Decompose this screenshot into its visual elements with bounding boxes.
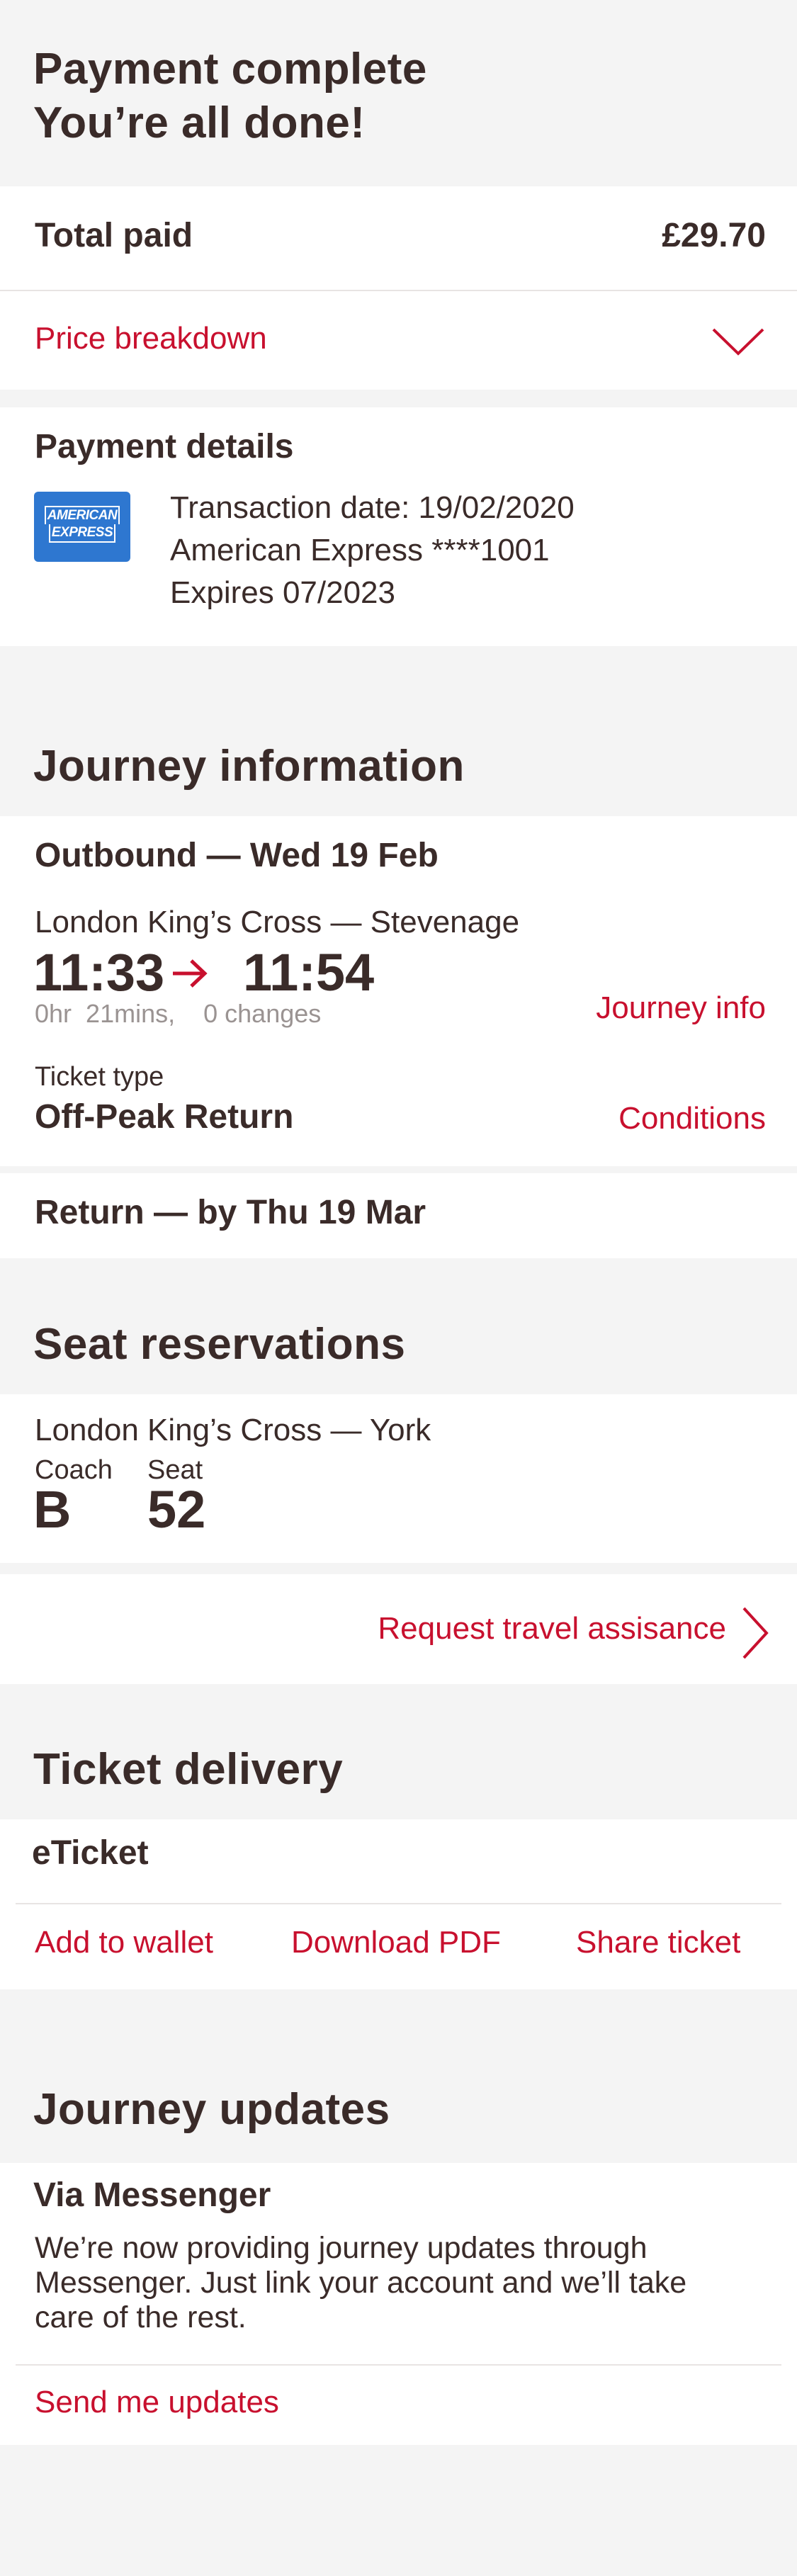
conditions-link[interactable]: Conditions bbox=[618, 1101, 766, 1136]
price-breakdown-toggle[interactable]: Price breakdown bbox=[0, 291, 797, 390]
divider bbox=[16, 2364, 781, 2366]
share-ticket-button[interactable]: Share ticket bbox=[576, 1925, 740, 1960]
amex-logo-text-1: AMERICAN bbox=[44, 506, 120, 524]
journey-info-link[interactable]: Journey info bbox=[596, 990, 766, 1026]
page-title-line-2: You’re all done! bbox=[33, 98, 366, 147]
updates-description: We’re now providing journey updates thro… bbox=[35, 2231, 686, 2335]
card-number: American Express ****1001 bbox=[170, 533, 550, 567]
journey-duration: 0hr 21mins, 0 changes bbox=[35, 999, 321, 1029]
download-pdf-button[interactable]: Download PDF bbox=[291, 1925, 501, 1960]
duration-hours: 0hr bbox=[35, 999, 72, 1028]
amex-logo-text-2: EXPRESS bbox=[48, 524, 116, 543]
seat-reservations-title: Seat reservations bbox=[33, 1320, 406, 1369]
payment-info: Transaction date: 19/02/2020 American Ex… bbox=[170, 487, 575, 614]
journey-changes: 0 changes bbox=[203, 999, 322, 1028]
travel-assistance-row[interactable]: Request travel assisance bbox=[0, 1574, 797, 1684]
seat-value: 52 bbox=[147, 1480, 206, 1539]
updates-description-line-1: We’re now providing journey updates thro… bbox=[35, 2231, 648, 2265]
chevron-right-icon bbox=[741, 1606, 769, 1660]
seat-card: London King’s Cross — York Coach B Seat … bbox=[0, 1394, 797, 1563]
journey-updates-title: Journey updates bbox=[33, 2085, 390, 2134]
arrival-time: 11:54 bbox=[243, 943, 375, 1002]
return-card: Return — by Thu 19 Mar bbox=[0, 1173, 797, 1258]
page-title-line-1: Payment complete bbox=[33, 45, 427, 94]
ticket-delivery-title: Ticket delivery bbox=[33, 1745, 344, 1794]
duration-minutes: 21mins, bbox=[86, 999, 176, 1028]
journey-updates-card: Via Messenger We’re now providing journe… bbox=[0, 2163, 797, 2445]
amex-logo: AMERICAN EXPRESS bbox=[34, 492, 130, 562]
card-expiry: Expires 07/2023 bbox=[170, 575, 395, 610]
outbound-card: Outbound — Wed 19 Feb London King’s Cros… bbox=[0, 816, 797, 1166]
updates-description-line-3: care of the rest. bbox=[35, 2300, 247, 2334]
price-breakdown-label: Price breakdown bbox=[35, 321, 267, 356]
ticket-type-value: Off-Peak Return bbox=[35, 1098, 294, 1136]
total-paid-label: Total paid bbox=[35, 217, 193, 254]
journey-information-title: Journey information bbox=[33, 742, 465, 791]
outbound-title: Outbound — Wed 19 Feb bbox=[35, 837, 439, 874]
payment-details-card: Payment details AMERICAN EXPRESS Transac… bbox=[0, 407, 797, 646]
departure-time: 11:33 bbox=[33, 943, 165, 1002]
total-paid-card: Total paid £29.70 Price breakdown bbox=[0, 186, 797, 390]
updates-description-line-2: Messenger. Just link your account and we… bbox=[35, 2266, 687, 2300]
send-me-updates-button[interactable]: Send me updates bbox=[35, 2385, 279, 2420]
payment-details-title: Payment details bbox=[35, 428, 294, 465]
transaction-date: Transaction date: 19/02/2020 bbox=[170, 490, 575, 525]
outbound-route: London King’s Cross — Stevenage bbox=[35, 905, 520, 939]
coach-value: B bbox=[33, 1480, 72, 1539]
seat-route: London King’s Cross — York bbox=[35, 1413, 431, 1447]
add-to-wallet-button[interactable]: Add to wallet bbox=[35, 1925, 213, 1960]
page-title: Payment complete You’re all done! bbox=[33, 43, 427, 150]
via-messenger-label: Via Messenger bbox=[33, 2176, 271, 2214]
arrow-right-icon bbox=[171, 958, 208, 989]
ticket-type-label: Ticket type bbox=[35, 1062, 164, 1092]
divider bbox=[16, 1903, 781, 1904]
travel-assistance-link: Request travel assisance bbox=[378, 1611, 726, 1646]
total-paid-amount: £29.70 bbox=[662, 217, 766, 254]
eticket-label: eTicket bbox=[32, 1834, 149, 1872]
chevron-down-icon bbox=[711, 327, 765, 358]
return-title: Return — by Thu 19 Mar bbox=[35, 1194, 426, 1231]
ticket-delivery-card: eTicket Add to wallet Download PDF Share… bbox=[0, 1819, 797, 1989]
